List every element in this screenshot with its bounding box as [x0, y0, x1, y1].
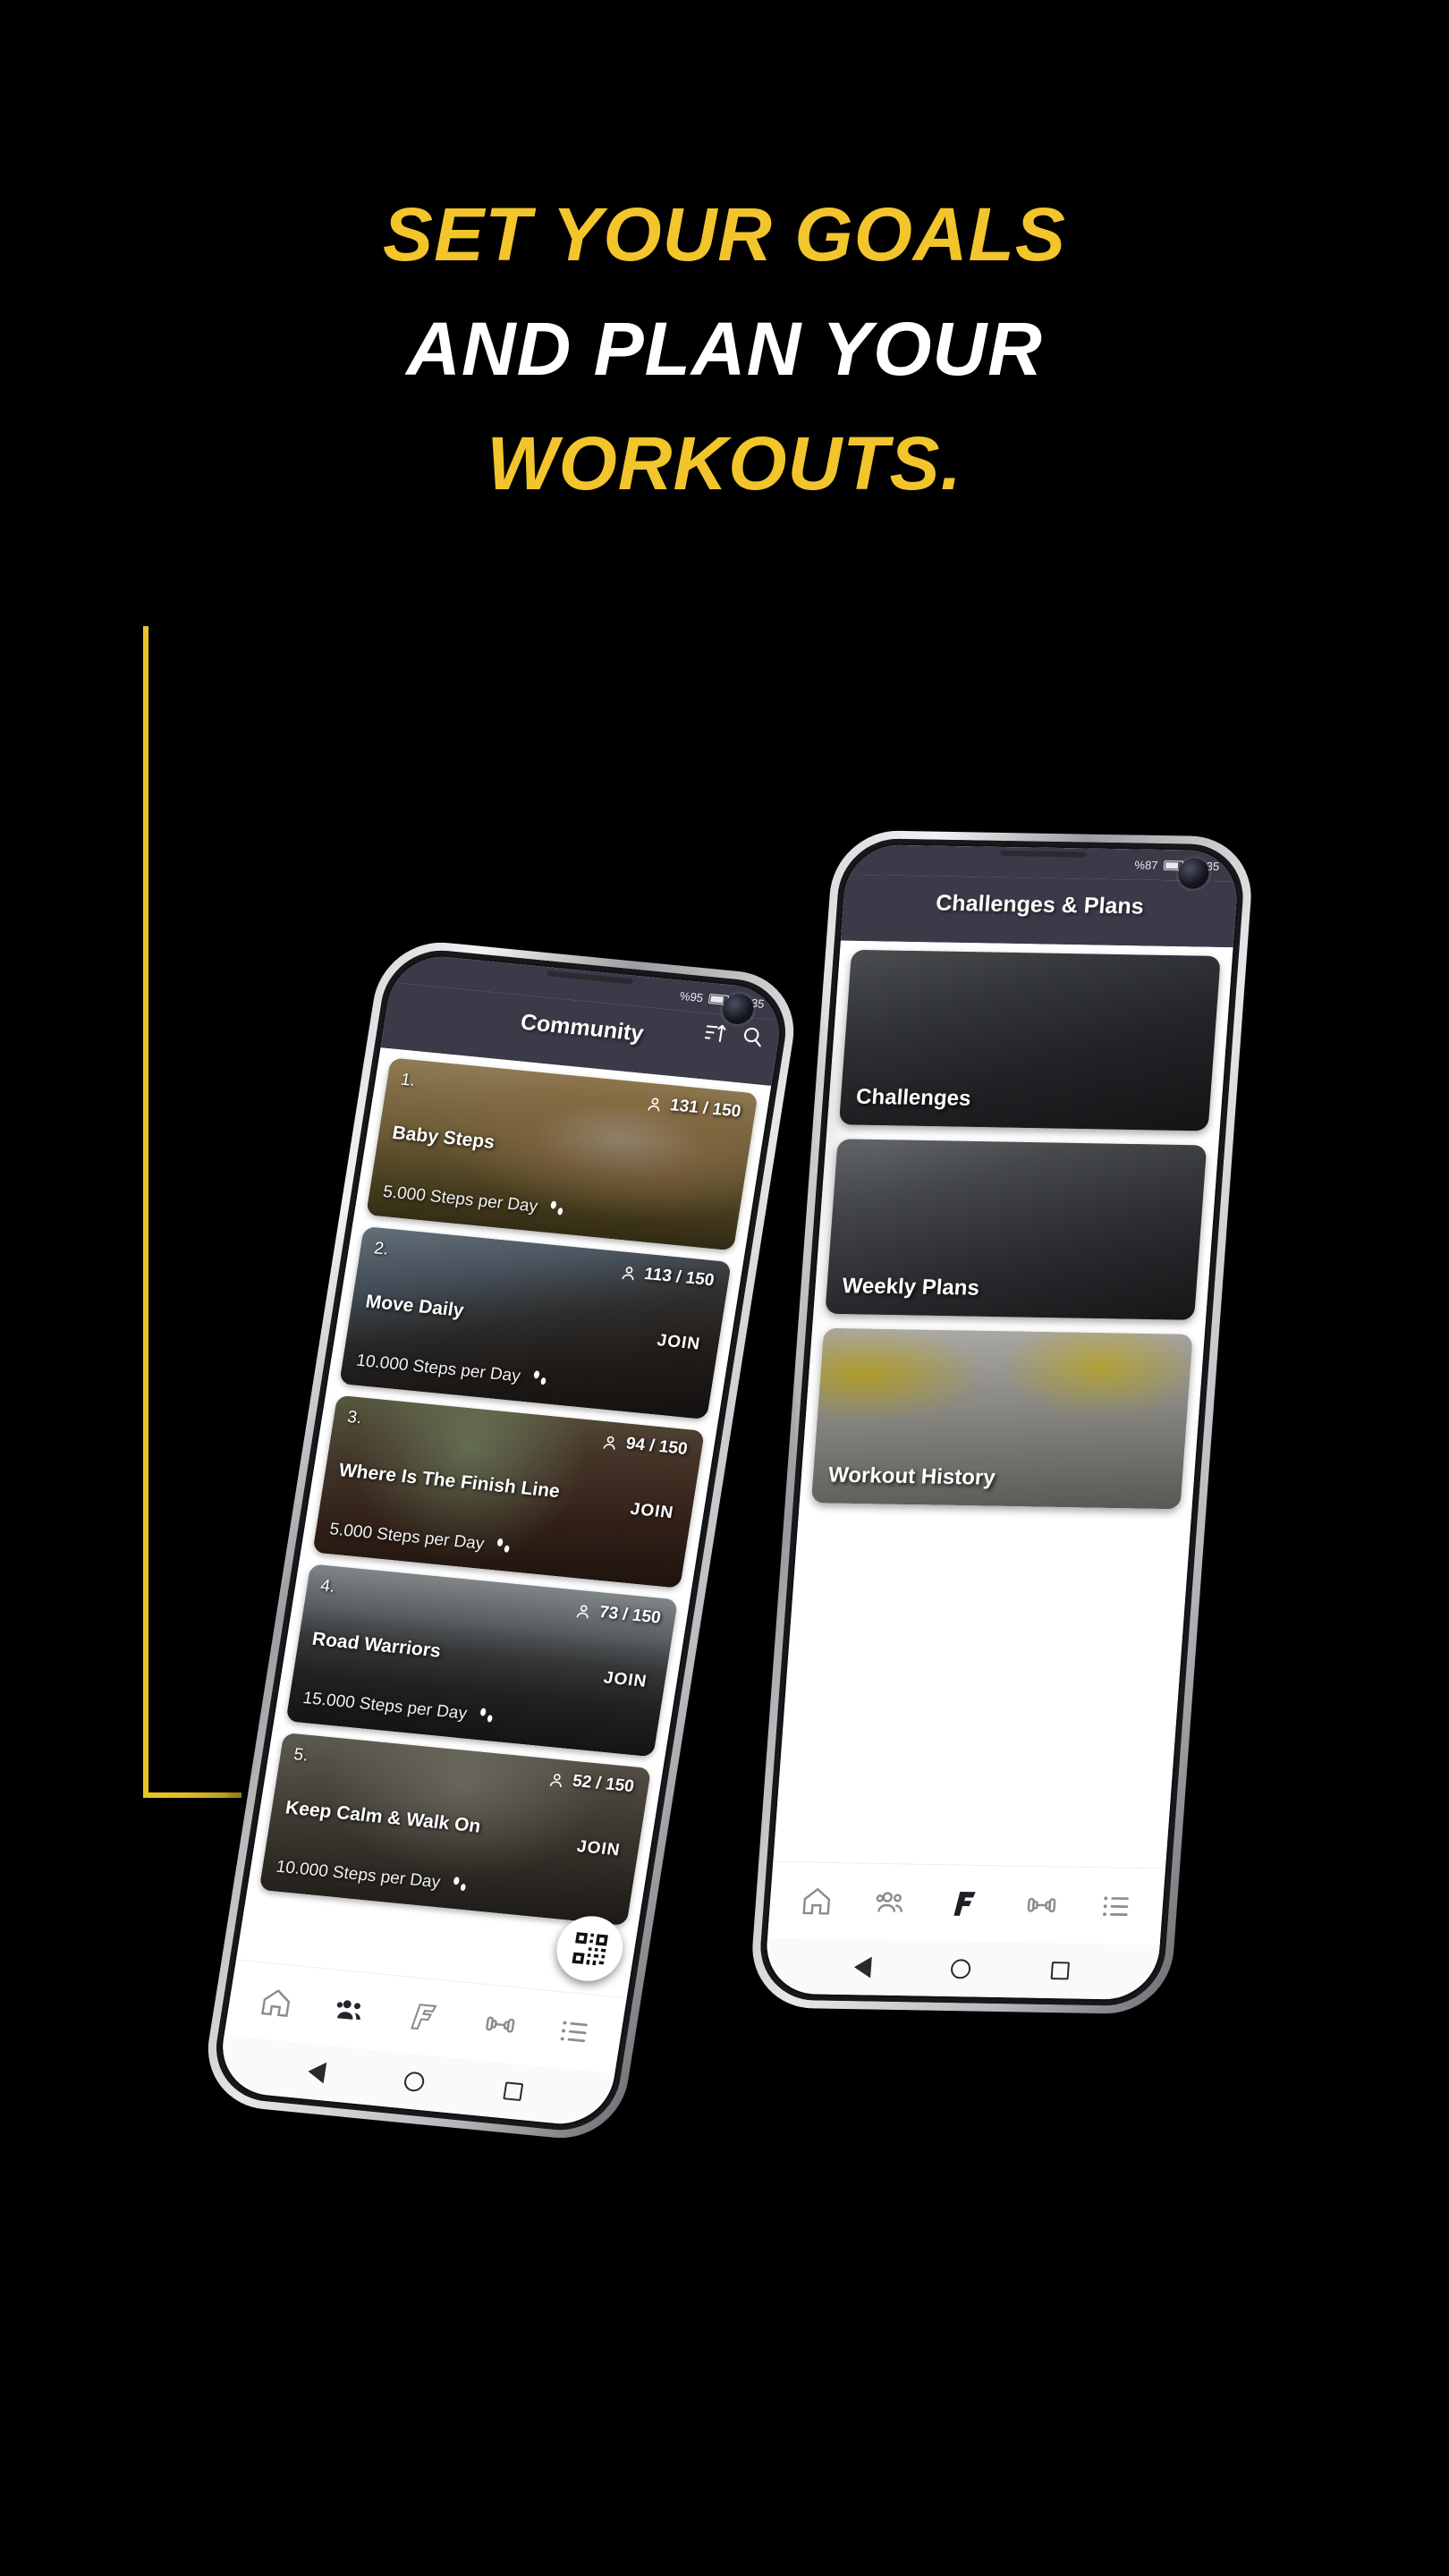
- bottom-nav-back: [767, 1860, 1165, 1945]
- headline-block: SET YOUR GOALS AND PLAN YOUR WORKOUTS.: [0, 177, 1449, 521]
- footprints-icon: [453, 1877, 466, 1891]
- system-recents-button[interactable]: [1050, 1962, 1071, 1980]
- bracket-decoration: [143, 626, 242, 1798]
- plans-card-weekly-plans[interactable]: Weekly Plans: [825, 1139, 1208, 1320]
- phone-mockup-challenges-plans: %87 15:35 Challenges & Plans Challenges …: [748, 829, 1256, 2015]
- nav-home-icon[interactable]: [800, 1885, 835, 1918]
- headline-line-1: SET YOUR GOALS: [383, 192, 1066, 276]
- nav-dumbbell-icon[interactable]: [1024, 1888, 1059, 1921]
- battery-percent-back: %87: [1133, 857, 1159, 872]
- system-back-button[interactable]: [852, 1956, 872, 1979]
- community-challenge-list: 1. Baby Steps 5.000 Steps per Day 131 / …: [236, 1047, 772, 1998]
- nav-list-icon[interactable]: [556, 2014, 594, 2049]
- nav-home-icon[interactable]: [258, 1985, 295, 2020]
- nav-list-icon[interactable]: [1099, 1890, 1134, 1923]
- bracket-horizontal-line: [143, 1792, 242, 1798]
- challenge-card[interactable]: 3. Where Is The Finish Line 5.000 Steps …: [312, 1394, 705, 1589]
- footprints-icon: [479, 1707, 493, 1723]
- nav-people-icon[interactable]: [332, 1992, 369, 2027]
- headline-line-3: WORKOUTS.: [487, 421, 962, 505]
- challenge-card[interactable]: 4. Road Warriors 15.000 Steps per Day 73…: [285, 1563, 679, 1758]
- appbar-challenges-plans: Challenges & Plans: [840, 874, 1238, 948]
- nav-dumbbell-icon[interactable]: [481, 2006, 519, 2041]
- person-icon: [550, 1773, 563, 1787]
- plans-card-label: Challenges: [855, 1084, 972, 1111]
- challenge-card[interactable]: 2. Move Daily 10.000 Steps per Day 113 /…: [339, 1225, 732, 1420]
- person-icon: [648, 1097, 660, 1111]
- promo-screenshot: SET YOUR GOALS AND PLAN YOUR WORKOUTS. %…: [0, 0, 1449, 2576]
- battery-percent-front: %95: [679, 988, 705, 1004]
- challenge-rank: 3.: [345, 1407, 363, 1428]
- footprints-icon: [497, 1538, 510, 1553]
- challenge-join-button[interactable]: JOIN: [629, 1500, 674, 1523]
- challenge-join-button[interactable]: JOIN: [656, 1331, 701, 1354]
- card-overlay: [285, 1563, 679, 1758]
- search-icon[interactable]: [740, 1024, 767, 1049]
- nav-people-icon[interactable]: [874, 1885, 909, 1919]
- screen-challenges-plans: %87 15:35 Challenges & Plans Challenges …: [763, 843, 1241, 2001]
- nav-f-logo-icon[interactable]: [407, 1999, 445, 2034]
- page-title-back: Challenges & Plans: [935, 890, 1145, 919]
- android-system-bar-back: [763, 1937, 1160, 2001]
- person-icon: [576, 1604, 589, 1618]
- footprints-icon: [551, 1200, 564, 1216]
- card-overlay: [339, 1225, 732, 1420]
- system-back-button[interactable]: [306, 2060, 327, 2084]
- challenge-card[interactable]: 1. Baby Steps 5.000 Steps per Day 131 / …: [366, 1057, 758, 1251]
- phone-mockup-community: %95 15:35 Community: [199, 936, 803, 2144]
- challenge-card[interactable]: 5. Keep Calm & Walk On 10.000 Steps per …: [258, 1732, 652, 1927]
- plans-card-label: Workout History: [827, 1462, 996, 1490]
- challenge-rank: 1.: [399, 1070, 417, 1090]
- plans-card-workout-history[interactable]: Workout History: [810, 1327, 1193, 1510]
- screen-community: %95 15:35 Community: [215, 952, 787, 2129]
- challenge-join-button[interactable]: JOIN: [575, 1837, 621, 1860]
- challenge-join-button[interactable]: JOIN: [602, 1668, 648, 1691]
- challenge-rank: 2.: [372, 1239, 390, 1259]
- bracket-vertical-line: [143, 626, 148, 1798]
- system-home-button[interactable]: [402, 2071, 427, 2093]
- person-icon: [603, 1436, 615, 1450]
- challenge-rank: 4.: [318, 1576, 337, 1597]
- system-recents-button[interactable]: [503, 2081, 524, 2102]
- headline-line-2: AND PLAN YOUR: [406, 307, 1043, 391]
- footprints-icon: [533, 1370, 546, 1385]
- qr-code-icon: [572, 1931, 608, 1965]
- plans-card-list: Challenges Weekly Plans Workout History: [773, 940, 1233, 1868]
- sort-icon[interactable]: [702, 1021, 729, 1046]
- system-home-button[interactable]: [950, 1959, 972, 1979]
- person-icon: [622, 1266, 634, 1280]
- plans-card-challenges[interactable]: Challenges: [838, 949, 1221, 1131]
- challenge-rank: 5.: [292, 1745, 310, 1766]
- plans-card-label: Weekly Plans: [841, 1274, 980, 1301]
- card-overlay: [366, 1057, 758, 1251]
- nav-f-logo-icon[interactable]: [949, 1887, 984, 1920]
